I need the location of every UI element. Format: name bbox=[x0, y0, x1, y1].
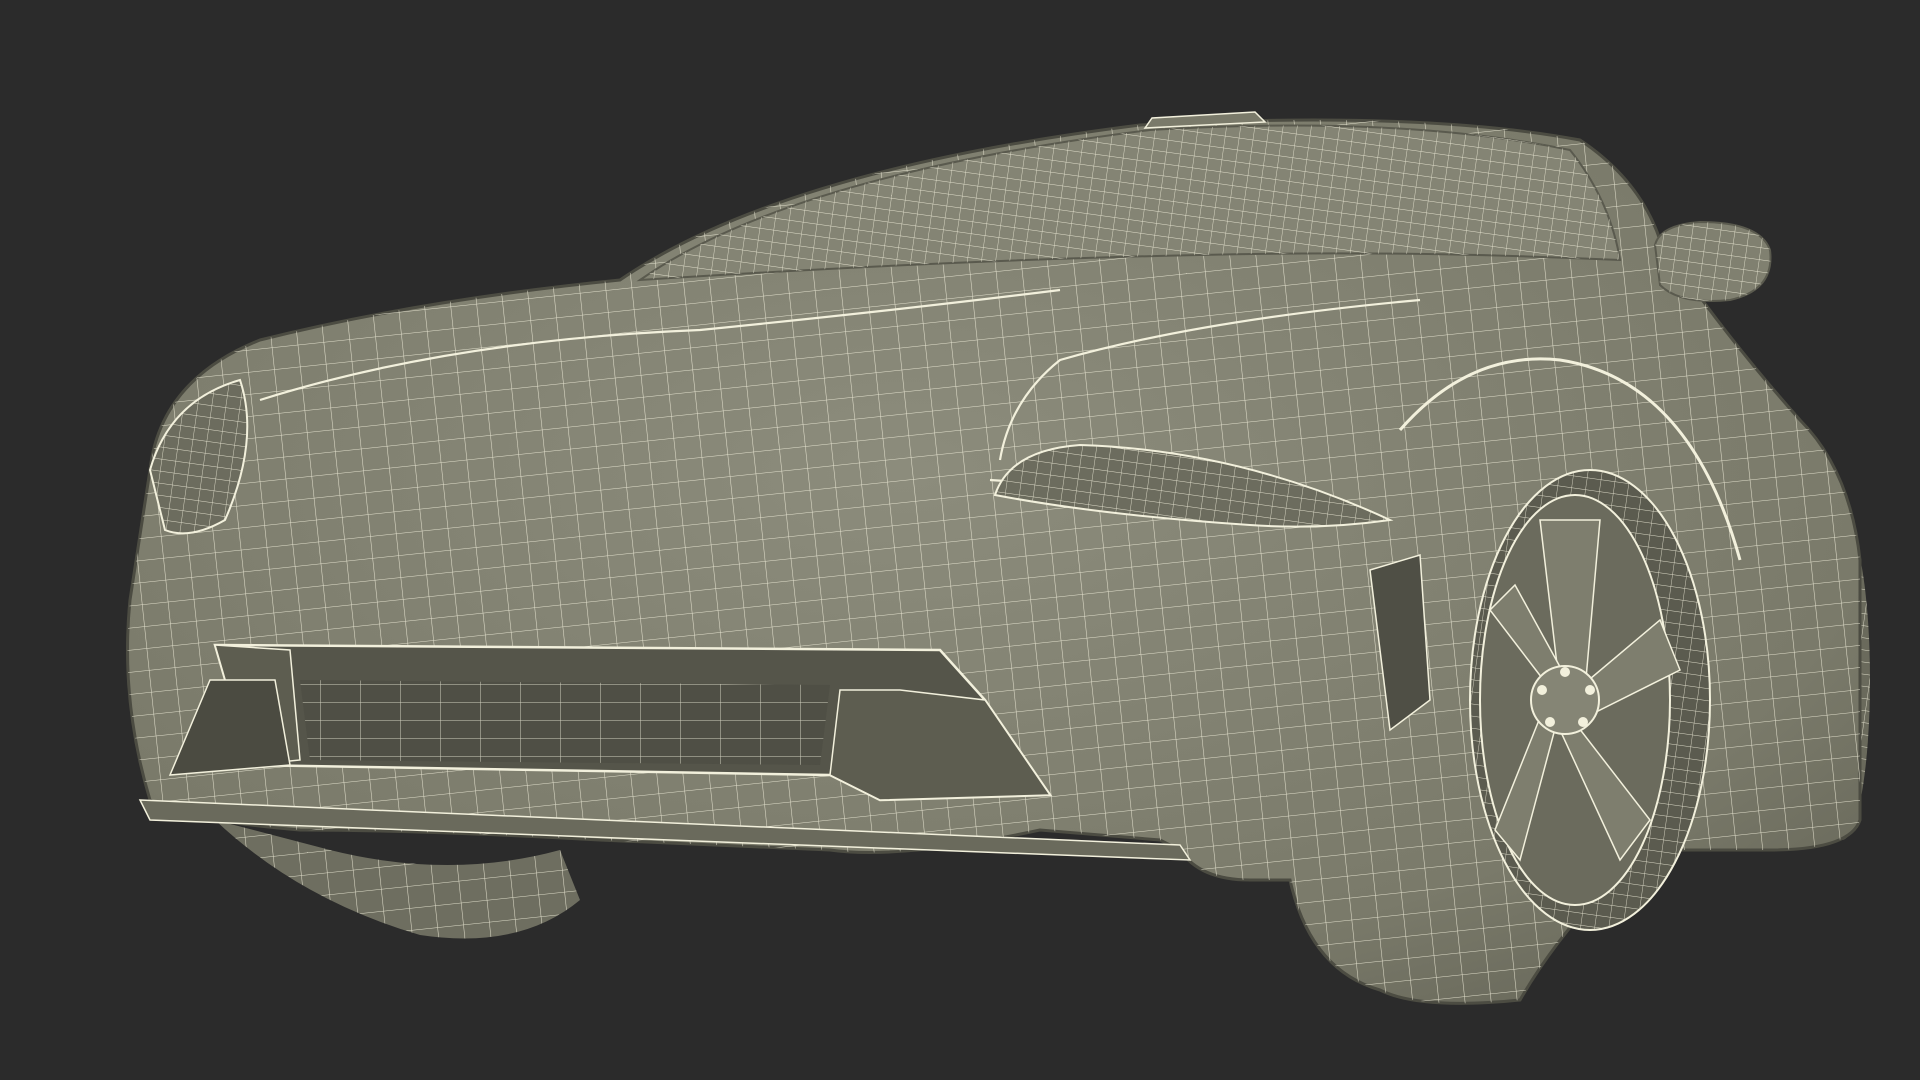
render-viewport bbox=[0, 0, 1920, 1080]
front-right-wheel bbox=[1469, 469, 1711, 931]
side-mirror bbox=[1653, 220, 1772, 302]
